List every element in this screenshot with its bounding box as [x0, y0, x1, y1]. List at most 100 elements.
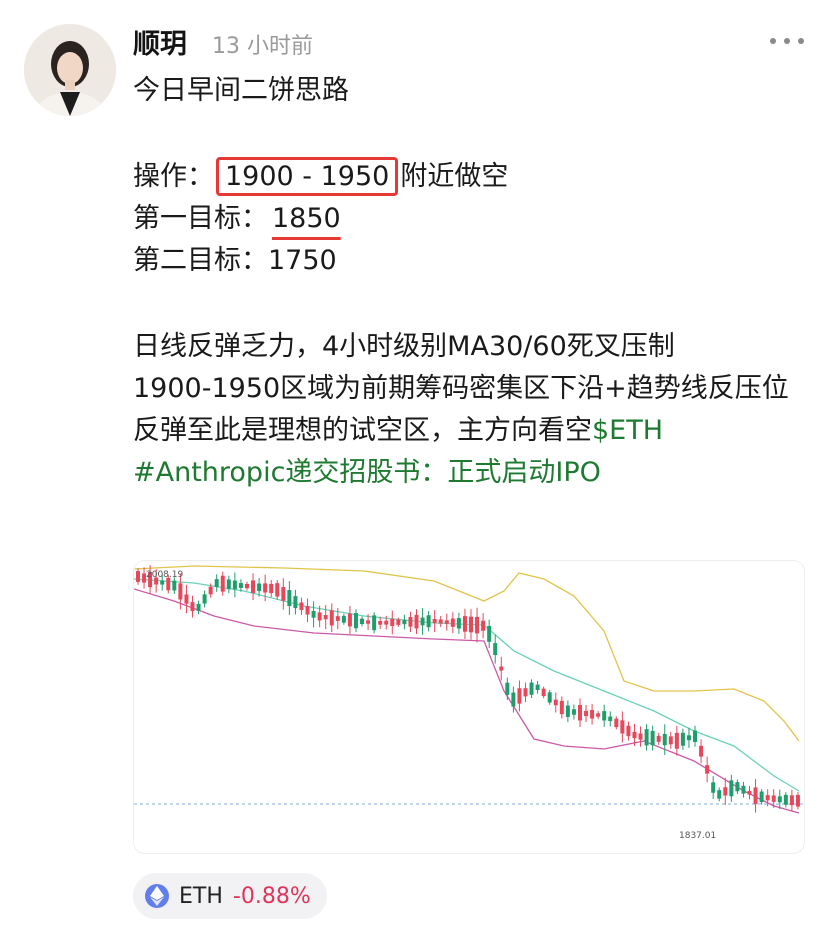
candle-body	[402, 619, 407, 625]
operation-label: 操作：	[133, 161, 214, 192]
candle-body	[420, 617, 425, 626]
candle-body	[584, 710, 589, 717]
candle-body	[795, 794, 800, 807]
candle-body	[668, 736, 673, 745]
candle-body	[571, 709, 576, 715]
candle-body	[686, 735, 691, 741]
candle-body	[680, 732, 685, 746]
eth-cashtag-link[interactable]: $ETH	[592, 415, 663, 446]
candle-body	[602, 711, 607, 721]
candle-body	[287, 590, 292, 607]
candle-body	[650, 730, 655, 746]
candle-body	[414, 614, 419, 629]
candle-body	[450, 618, 455, 627]
candle-body	[136, 571, 140, 582]
more-options-icon[interactable]	[770, 34, 804, 48]
candle-body	[626, 725, 631, 737]
candle-body	[741, 785, 746, 794]
candle-body	[360, 618, 365, 625]
candle-body	[335, 616, 340, 621]
post-title: 今日早间二饼思路	[133, 75, 349, 106]
target2-label: 第二目标：	[133, 245, 268, 276]
candle-body	[547, 692, 552, 703]
candle-body	[366, 620, 371, 624]
candle-body	[251, 580, 256, 593]
candle-body	[517, 688, 522, 704]
candle-body	[783, 794, 788, 805]
candle-body	[747, 790, 752, 795]
candle-body	[426, 615, 431, 628]
analysis-line-1: 日线反弹乏力，4小时级别MA30/60死叉压制	[133, 331, 675, 362]
analysis-line-3: 反弹至此是理想的试空区，主方向看空$ETH	[133, 410, 803, 452]
candle-body	[777, 796, 782, 803]
candle-body	[535, 684, 540, 691]
candle-body	[765, 795, 770, 801]
candle-body	[396, 619, 401, 625]
chart-high-label: 2008.19	[146, 570, 183, 580]
candle-body	[226, 579, 231, 590]
candle-body	[729, 780, 734, 797]
candle-body	[553, 699, 558, 706]
candle-body	[317, 612, 322, 621]
candle-body	[699, 745, 704, 757]
candle-body	[614, 718, 619, 728]
candle-body	[590, 709, 595, 719]
token-change: -0.88%	[232, 883, 311, 909]
candle-body	[596, 713, 601, 717]
candle-body	[269, 583, 274, 594]
candle-body	[299, 602, 304, 610]
candle-body	[214, 579, 219, 588]
candle-body	[523, 688, 528, 697]
hashtag-link[interactable]: #Anthropic递交招股书：正式启动IPO	[133, 452, 803, 494]
candle-body	[275, 583, 280, 597]
post-time: 13 小时前	[212, 34, 313, 59]
candle-body	[208, 586, 213, 595]
price-chart-image[interactable]: 2008.19 1837.01	[133, 560, 805, 854]
candle-body	[789, 795, 794, 806]
moving-average-line	[134, 578, 800, 792]
operation-range: 1900 - 1950	[216, 157, 399, 196]
candle-body	[487, 626, 492, 642]
operation-line: 操作： 1900 - 1950 附近做空	[133, 156, 803, 198]
candle-body	[311, 611, 316, 618]
candle-body	[353, 613, 358, 629]
candle-group	[136, 565, 800, 813]
target1-line: 第一目标： 1850	[133, 198, 803, 240]
candle-body	[190, 602, 195, 612]
target2-line: 第二目标：1750	[133, 240, 803, 282]
token-pill-eth[interactable]: ETH -0.88%	[133, 873, 327, 919]
upper-bollinger-band	[134, 565, 800, 742]
author-name[interactable]: 顺玥	[133, 22, 187, 61]
token-name: ETH	[179, 883, 223, 909]
candlestick-chart: 2008.19 1837.01	[134, 565, 804, 841]
author-avatar[interactable]	[24, 24, 116, 116]
candle-body	[735, 782, 740, 792]
candle-body	[244, 583, 249, 589]
candle-body	[608, 716, 613, 722]
target1-label: 第一目标：	[133, 203, 268, 234]
candle-body	[390, 618, 395, 627]
candle-body	[711, 782, 716, 793]
candle-body	[281, 587, 286, 601]
analysis-line-2: 1900-1950区域为前期筹码密集区下沿+趋势线反压位	[133, 373, 789, 404]
candle-body	[541, 688, 546, 697]
candle-body	[341, 615, 346, 623]
candle-body	[432, 619, 437, 624]
candle-body	[771, 795, 776, 802]
candle-body	[674, 732, 679, 749]
candle-body	[232, 580, 237, 590]
candle-body	[493, 643, 498, 655]
post-body: 今日早间二饼思路 操作： 1900 - 1950 附近做空 第一目标： 1850 第二…	[133, 70, 803, 494]
candle-body	[408, 617, 413, 627]
candle-body	[160, 580, 165, 585]
candle-body	[577, 704, 582, 721]
candle-body	[469, 616, 473, 633]
candle-body	[499, 666, 504, 671]
candle-body	[257, 583, 262, 592]
candle-body	[293, 596, 298, 609]
candle-body	[384, 620, 389, 625]
candle-body	[638, 733, 643, 740]
candle-body	[178, 583, 183, 600]
candle-body	[717, 790, 722, 799]
candle-body	[505, 682, 510, 695]
